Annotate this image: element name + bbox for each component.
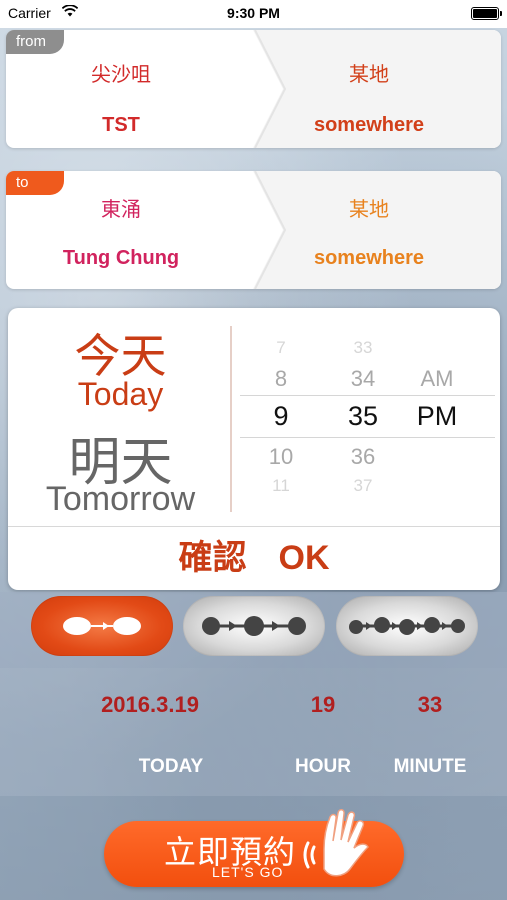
to-start-name-en[interactable]: Tung Chung: [6, 247, 236, 270]
hand-icon: [303, 809, 369, 877]
day-option-today-en[interactable]: Today: [8, 376, 233, 413]
from-dest-name-cn[interactable]: 某地: [254, 58, 484, 87]
status-bar: Carrier 9:30 PM: [0, 0, 507, 28]
minute-option[interactable]: 36: [323, 444, 403, 470]
hour-label: HOUR: [295, 756, 351, 777]
to-dest-name-cn[interactable]: 某地: [254, 193, 484, 222]
hour-option[interactable]: 8: [246, 366, 316, 392]
from-dest-name-en[interactable]: somewhere: [254, 114, 484, 137]
chevron-right-icon: [254, 171, 287, 289]
day-option-tomorrow-en[interactable]: Tomorrow: [8, 480, 233, 519]
from-route-card[interactable]: from 尖沙咀 TST 某地 somewhere: [6, 30, 501, 148]
minute-value: 33: [417, 692, 443, 717]
to-route-card[interactable]: to 東涌 Tung Chung 某地 somewhere: [6, 171, 501, 289]
stop-option-2-button[interactable]: [31, 596, 173, 656]
to-tag: to: [6, 171, 64, 195]
date-value: 2016.3.19: [101, 692, 199, 717]
from-start-name-en[interactable]: TST: [6, 114, 236, 137]
minute-option-selected[interactable]: 35: [323, 401, 403, 432]
hour-value: 19: [310, 692, 336, 717]
to-start-name-cn[interactable]: 東涌: [6, 193, 236, 222]
day-selector[interactable]: 今天 Today 明天 Tomorrow: [8, 308, 233, 526]
two-stops-icon: [63, 617, 141, 635]
ampm-wheel[interactable]: AM PM: [406, 308, 468, 526]
hour-option[interactable]: 10: [246, 444, 316, 470]
minute-wheel[interactable]: 33 34 35 36 37: [323, 308, 403, 526]
battery-icon: [471, 7, 502, 20]
hour-option-selected[interactable]: 9: [246, 401, 316, 432]
stop-option-5-button[interactable]: [336, 596, 478, 656]
minute-option[interactable]: 37: [323, 476, 403, 496]
three-stops-icon: [202, 616, 306, 636]
clock: 9:30 PM: [227, 5, 280, 21]
five-stops-icon: [349, 617, 465, 635]
date-label: TODAY: [138, 756, 204, 777]
minute-option[interactable]: 33: [323, 338, 403, 358]
confirm-ok-button[interactable]: 確認 OK: [8, 527, 500, 590]
book-now-label-en: LET'S GO: [212, 864, 284, 880]
confirm-label-en: OK: [278, 539, 330, 577]
hour-option[interactable]: 7: [246, 338, 316, 358]
minute-option[interactable]: 34: [323, 366, 403, 392]
hour-option[interactable]: 11: [246, 476, 316, 496]
hour-wheel[interactable]: 7 8 9 10 11: [246, 308, 316, 526]
date-time-picker: 今天 Today 明天 Tomorrow 7 8 9 10 11 33 34 3…: [8, 308, 500, 590]
ampm-option-selected[interactable]: PM: [406, 401, 468, 432]
to-dest-name-en[interactable]: somewhere: [254, 247, 484, 270]
picker-divider: [230, 326, 232, 512]
ampm-option[interactable]: AM: [406, 366, 468, 392]
confirm-label-cn: 確認: [178, 538, 247, 578]
stop-option-3-button[interactable]: [183, 596, 325, 656]
minute-label: MINUTE: [393, 756, 467, 777]
from-start-name-cn[interactable]: 尖沙咀: [6, 58, 236, 87]
from-tag: from: [6, 30, 64, 54]
destination-panel[interactable]: [253, 171, 501, 289]
